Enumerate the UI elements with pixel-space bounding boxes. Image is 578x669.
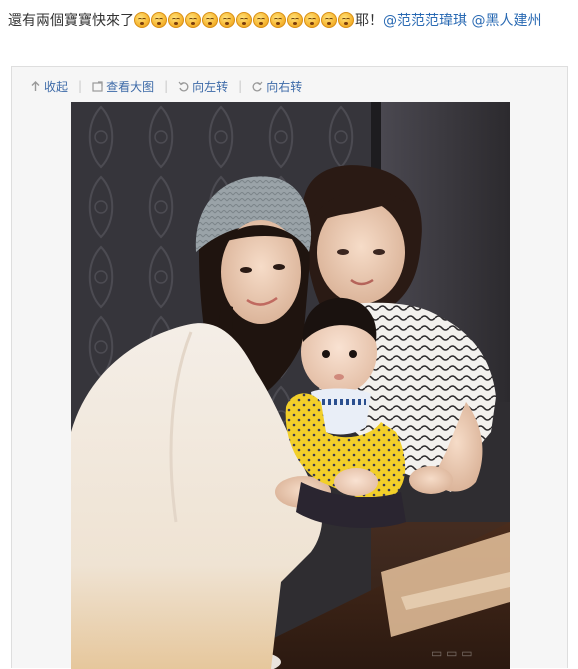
svg-text:▭ ▭ ▭: ▭ ▭ ▭ bbox=[431, 646, 473, 660]
enlarge-icon bbox=[92, 80, 103, 92]
sleepy-face-icon bbox=[253, 12, 269, 28]
sleepy-face-icon bbox=[202, 12, 218, 28]
collapse-button[interactable]: 收起 bbox=[30, 78, 68, 95]
sleepy-face-icon bbox=[304, 12, 320, 28]
view-large-label: 查看大图 bbox=[106, 79, 155, 94]
rotate-left-icon bbox=[178, 81, 189, 92]
emoji-row bbox=[134, 12, 355, 29]
sleepy-face-icon bbox=[270, 12, 286, 28]
rotate-left-label: 向左转 bbox=[192, 79, 229, 94]
post-text: 還有兩個寶寶快來了 耶！@范范范瑋琪 @黑人建州 bbox=[8, 9, 570, 33]
collapse-label: 收起 bbox=[44, 79, 69, 94]
rotate-right-icon bbox=[252, 81, 263, 92]
sleepy-face-icon bbox=[168, 12, 184, 28]
collapse-arrow-icon bbox=[30, 80, 41, 92]
post-text-end: 耶！ bbox=[355, 13, 383, 29]
sleepy-face-icon bbox=[219, 12, 235, 28]
sleepy-face-icon bbox=[151, 12, 167, 28]
sleepy-face-icon bbox=[321, 12, 337, 28]
toolbar-separator: | bbox=[78, 79, 83, 93]
sleepy-face-icon bbox=[185, 12, 201, 28]
rotate-right-label: 向右转 bbox=[266, 79, 303, 94]
sleepy-face-icon bbox=[338, 12, 354, 28]
mention-fanfan[interactable]: @范范范瑋琪 bbox=[383, 13, 467, 29]
toolbar-separator: | bbox=[238, 79, 243, 93]
post-text-main: 還有兩個寶寶快來了 bbox=[8, 13, 134, 29]
image-card: 收起 | 查看大图 | 向左转 | 向右转 ▭ ▭ ▭ bbox=[11, 66, 568, 669]
post-photo[interactable]: ▭ ▭ ▭ bbox=[71, 102, 510, 669]
image-toolbar: 收起 | 查看大图 | 向左转 | 向右转 bbox=[30, 76, 302, 96]
rotate-left-button[interactable]: 向左转 bbox=[178, 78, 228, 95]
rotate-right-button[interactable]: 向右转 bbox=[252, 78, 302, 95]
view-large-button[interactable]: 查看大图 bbox=[92, 78, 154, 95]
photo-illustration: ▭ ▭ ▭ bbox=[71, 102, 510, 669]
mention-heiren[interactable]: @黑人建州 bbox=[471, 13, 541, 29]
sleepy-face-icon bbox=[287, 12, 303, 28]
sleepy-face-icon bbox=[236, 12, 252, 28]
sleepy-face-icon bbox=[134, 12, 150, 28]
toolbar-separator: | bbox=[164, 79, 169, 93]
